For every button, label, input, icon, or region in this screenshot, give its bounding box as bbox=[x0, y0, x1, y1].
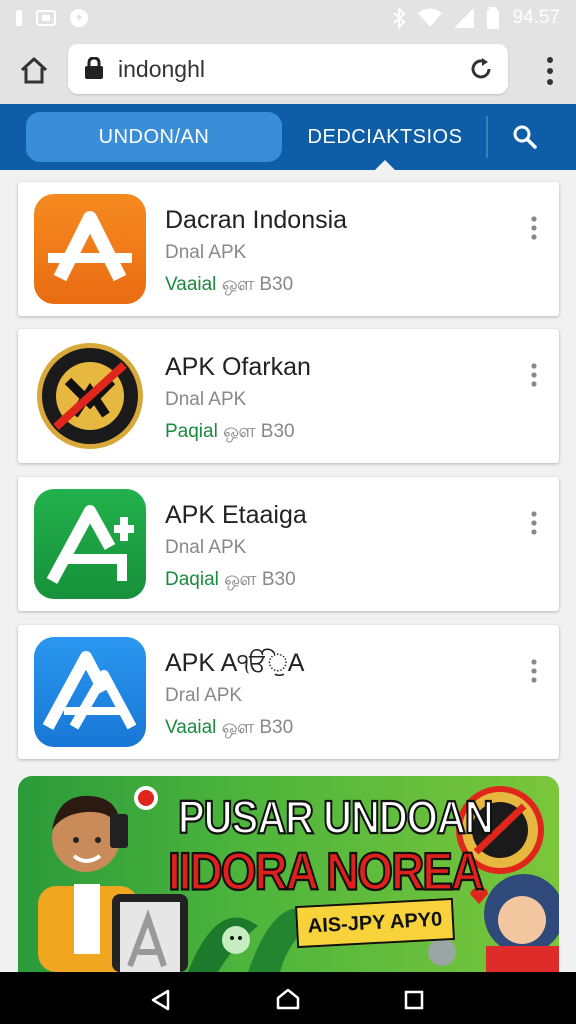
home-icon[interactable] bbox=[18, 54, 50, 86]
blue-a-icon bbox=[34, 637, 146, 747]
browser-toolbar: indonghl bbox=[0, 38, 576, 104]
app-notification-icon: ✦ bbox=[70, 9, 88, 27]
tab-dedciaktsios[interactable]: DEDCIAKTSIOS bbox=[300, 112, 470, 162]
app-title: Dacran Indonsia bbox=[165, 206, 348, 234]
orange-a-icon bbox=[34, 194, 146, 304]
app-title: APK Etaaiga bbox=[165, 501, 307, 529]
app-subtitle: Dnal APK bbox=[165, 242, 247, 263]
notification-icon bbox=[16, 10, 22, 26]
home-nav-icon[interactable] bbox=[276, 988, 300, 1010]
app-size: ஔ B30 bbox=[224, 569, 296, 590]
more-options-icon[interactable] bbox=[531, 216, 537, 240]
app-status: Paqial bbox=[165, 421, 218, 442]
app-size: ஔ B30 bbox=[221, 274, 294, 295]
status-time: 94.57 bbox=[512, 7, 560, 28]
tab-divider bbox=[486, 116, 488, 158]
app-subtitle: Dral APK bbox=[165, 685, 243, 706]
tab-bar: UNDON/AN DEDCIAKTSIOS bbox=[0, 104, 576, 170]
more-options-icon[interactable] bbox=[531, 363, 537, 387]
app-list-item[interactable]: Dacran Indonsia Dnal APK Vaaial ஔ B30 bbox=[18, 182, 559, 316]
badge-emblem-icon bbox=[34, 341, 146, 451]
address-bar[interactable]: indonghl bbox=[68, 44, 508, 94]
more-options-icon[interactable] bbox=[531, 659, 537, 683]
back-icon[interactable] bbox=[150, 989, 172, 1011]
url-text[interactable]: indonghl bbox=[118, 56, 205, 83]
app-size: ஔ B30 bbox=[221, 717, 294, 738]
app-list-item[interactable]: APK Etaaiga Dnal APK Daqial ஔ B30 bbox=[18, 477, 559, 611]
search-icon[interactable] bbox=[510, 122, 540, 152]
image-notification-icon bbox=[36, 10, 56, 26]
battery-icon bbox=[487, 7, 500, 29]
app-status: Daqial bbox=[165, 569, 219, 590]
app-meta: Vaaial ஔ B30 bbox=[165, 717, 293, 741]
system-nav-bar bbox=[0, 972, 576, 1024]
banner-tag: AIS-JPY APY0 bbox=[295, 897, 455, 949]
tab-undonan[interactable]: UNDON/AN bbox=[26, 112, 282, 162]
tab-indicator bbox=[375, 160, 395, 170]
app-meta: Daqial ஔ B30 bbox=[165, 569, 296, 593]
lock-icon bbox=[85, 57, 103, 79]
signal-icon bbox=[454, 8, 475, 28]
app-list-item[interactable]: APK Ofarkan Dnal APK Paqial ஔ B30 bbox=[18, 329, 559, 463]
app-title: APK Ofarkan bbox=[165, 353, 311, 381]
banner-subheadline: IIDORA NOREA bbox=[167, 840, 485, 902]
reload-icon[interactable] bbox=[468, 56, 494, 82]
app-subtitle: Dnal APK bbox=[165, 389, 247, 410]
app-meta: Paqial ஔ B30 bbox=[165, 421, 295, 445]
app-title: APK AੴੁA bbox=[165, 649, 305, 677]
app-status: Vaaial bbox=[165, 274, 217, 295]
app-status: Vaaial bbox=[165, 717, 217, 738]
banner-headline: PUSAR UNDOAN bbox=[177, 791, 495, 844]
recent-apps-icon[interactable] bbox=[404, 990, 424, 1010]
bluetooth-icon bbox=[393, 7, 406, 29]
app-subtitle: Dnal APK bbox=[165, 537, 247, 558]
promo-banner[interactable]: PUSAR UNDOAN IIDORA NOREA AIS-JPY APY0 bbox=[18, 776, 559, 972]
status-bar: ✦ 94.57 bbox=[0, 0, 576, 38]
more-options-icon[interactable] bbox=[531, 511, 537, 535]
green-a-icon bbox=[34, 489, 146, 599]
app-meta: Vaaial ஔ B30 bbox=[165, 274, 293, 298]
wifi-icon bbox=[418, 8, 443, 27]
app-list-item[interactable]: APK AੴੁA Dral APK Vaaial ஔ B30 bbox=[18, 625, 559, 759]
overflow-menu-icon[interactable] bbox=[546, 56, 554, 86]
app-size: ஔ B30 bbox=[223, 421, 295, 442]
